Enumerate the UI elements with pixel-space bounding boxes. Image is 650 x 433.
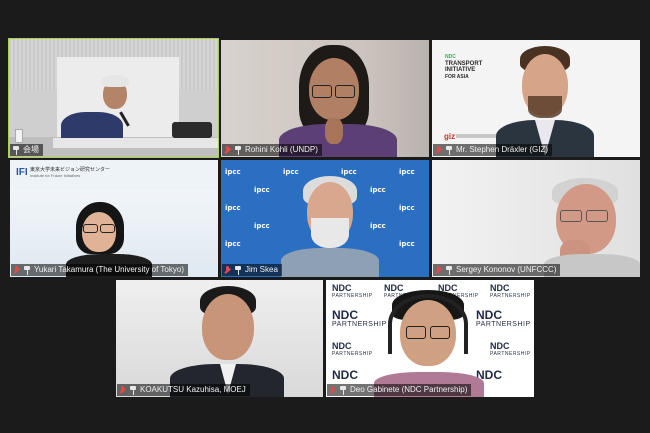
ndc-sub: PARTNERSHIP xyxy=(490,293,531,299)
chair xyxy=(172,122,212,138)
ndc-word: NDC xyxy=(332,368,358,382)
ndc-backdrop-logo: NDCPARTNERSHIP xyxy=(332,342,373,358)
participant-name-tag: Yukari Takamura (The University of Tokyo… xyxy=(11,264,188,276)
video-tile-yukari-takamura[interactable]: IFI 東京大学未来ビジョン研究センター Institute for Futur… xyxy=(10,160,218,277)
participant-name-tag: KOAKUTSU Kazuhisa, MOEJ xyxy=(117,384,250,396)
participant-name: Yukari Takamura (The University of Tokyo… xyxy=(34,265,184,274)
muted-mic-icon xyxy=(13,265,20,275)
ipcc-backdrop-logo: ipcc xyxy=(399,168,415,176)
participant-name-tag: Jim Skea xyxy=(222,264,282,276)
video-tile-stephen-draxler[interactable]: NDC TRANSPORT INITIATIVE FOR ASIA giz Mr… xyxy=(432,40,640,157)
participant-name: 会場 xyxy=(23,145,39,154)
participant-name: Jim Skea xyxy=(245,265,278,274)
pin-icon xyxy=(445,145,453,155)
ndc-backdrop-logo: NDCPARTNERSHIP xyxy=(476,309,531,330)
sponsor-logo: giz xyxy=(444,132,456,141)
ndc-backdrop-logo: NDCPARTNERSHIP xyxy=(490,284,531,300)
ipcc-backdrop-logo: ipcc xyxy=(225,204,241,212)
participant-name-tag: Rohini Kohli (UNDP) xyxy=(222,144,322,156)
ipcc-backdrop-logo: ipcc xyxy=(225,168,241,176)
muted-mic-icon xyxy=(435,265,442,275)
venue-scene xyxy=(9,39,218,157)
ipcc-backdrop-logo: ipcc xyxy=(254,186,270,194)
desk xyxy=(53,138,218,148)
participant-name-tag: 会場 xyxy=(10,144,43,156)
participant-name-tag: Sergey Kononov (UNFCCC) xyxy=(433,264,561,276)
participant-name: Mr. Stephen Dräxler (GIZ) xyxy=(456,145,549,154)
pin-icon xyxy=(445,265,453,275)
pin-icon xyxy=(129,385,137,395)
video-feed: ipcc ipcc ipcc ipcc ipcc ipcc ipcc ipcc … xyxy=(221,160,429,277)
video-feed xyxy=(221,40,429,157)
pin-icon xyxy=(234,145,242,155)
muted-mic-icon xyxy=(224,265,231,275)
pin-icon xyxy=(234,265,242,275)
pin-icon xyxy=(23,265,31,275)
video-tile-sergey-kononov[interactable]: Sergey Kononov (UNFCCC) xyxy=(432,160,640,277)
ipcc-backdrop-logo: ipcc xyxy=(283,168,299,176)
video-tile-koakutsu-kazuhisa[interactable]: KOAKUTSU Kazuhisa, MOEJ xyxy=(116,280,323,397)
muted-mic-icon xyxy=(119,385,126,395)
ipcc-backdrop-logo: ipcc xyxy=(399,204,415,212)
muted-mic-icon xyxy=(435,145,442,155)
ndc-backdrop-logo: NDCPARTNERSHIP xyxy=(332,284,373,300)
ipcc-backdrop-logo: ipcc xyxy=(254,222,270,230)
muted-mic-icon xyxy=(224,145,231,155)
ipcc-backdrop-logo: ipcc xyxy=(370,222,386,230)
participant-name-tag: Deo Gabinete (NDC Partnership) xyxy=(327,384,472,396)
pin-icon xyxy=(12,145,20,155)
ipcc-backdrop-logo: ipcc xyxy=(225,240,241,248)
video-feed: NDC TRANSPORT INITIATIVE FOR ASIA giz xyxy=(432,40,640,157)
ipcc-backdrop-logo: ipcc xyxy=(399,240,415,248)
ndc-sub: PARTNERSHIP xyxy=(332,293,373,299)
transport-initiative-logo: NDC TRANSPORT INITIATIVE FOR ASIA xyxy=(445,54,482,80)
video-tile-jim-skea[interactable]: ipcc ipcc ipcc ipcc ipcc ipcc ipcc ipcc … xyxy=(221,160,429,277)
participant-name-tag: Mr. Stephen Dräxler (GIZ) xyxy=(433,144,553,156)
ipcc-backdrop-logo: ipcc xyxy=(370,186,386,194)
video-tile-deo-gabinete[interactable]: NDCPARTNERSHIP NDCPARTNERSHIP NDCPARTNER… xyxy=(326,280,534,397)
utokyo-logo-sub: Institute for Future Initiatives xyxy=(30,173,81,178)
video-feed xyxy=(116,280,323,397)
participant-name: Deo Gabinete (NDC Partnership) xyxy=(350,385,468,394)
pin-icon xyxy=(339,385,347,395)
ndc-backdrop-logo: NDCPARTNERSHIP xyxy=(490,342,531,358)
video-tile-venue[interactable]: 会場 xyxy=(8,38,219,158)
video-feed xyxy=(432,160,640,277)
ndc-sub: PARTNERSHIP xyxy=(332,351,373,357)
video-feed: NDCPARTNERSHIP NDCPARTNERSHIP NDCPARTNER… xyxy=(326,280,534,397)
participant-name: Sergey Kononov (UNFCCC) xyxy=(456,265,557,274)
utokyo-logo-text: 東京大学未来ビジョン研究センター xyxy=(30,167,111,173)
utokyo-logo-mark: IFI xyxy=(16,167,28,178)
ndc-backdrop-logo: NDCPARTNERSHIP xyxy=(332,309,387,330)
video-feed: IFI 東京大学未来ビジョン研究センター Institute for Futur… xyxy=(10,160,218,277)
ipcc-backdrop-logo: ipcc xyxy=(341,168,357,176)
participant-name: Rohini Kohli (UNDP) xyxy=(245,145,318,154)
logo-line: FOR ASIA xyxy=(445,73,469,80)
ndc-sub: PARTNERSHIP xyxy=(332,321,387,328)
ndc-backdrop-logo: NDC xyxy=(332,368,358,382)
video-tile-rohini-kohli[interactable]: Rohini Kohli (UNDP) xyxy=(221,40,429,157)
participant-name: KOAKUTSU Kazuhisa, MOEJ xyxy=(140,385,246,394)
ndc-sub: PARTNERSHIP xyxy=(490,351,531,357)
muted-mic-icon xyxy=(329,385,336,395)
ndc-sub: PARTNERSHIP xyxy=(476,321,531,328)
